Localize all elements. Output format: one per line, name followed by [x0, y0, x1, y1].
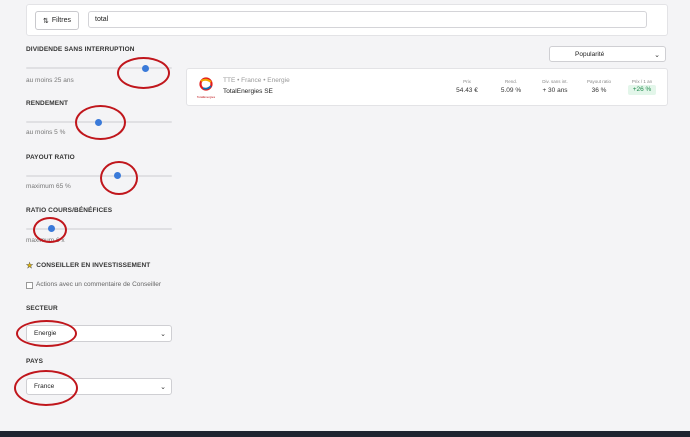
column-header-prix: Prix — [463, 79, 471, 84]
stock-name[interactable]: TotalEnergies SE — [223, 88, 273, 95]
filter-title-conseiller: ★ CONSEILLER EN INVESTISSEMENT — [26, 261, 150, 270]
stock-meta: TTE • France • Energie — [223, 77, 290, 84]
chevron-down-icon: ⌄ — [654, 52, 660, 59]
chevron-down-icon: ⌄ — [160, 384, 166, 391]
annotation-circle — [75, 105, 126, 140]
filters-button[interactable]: ⇅ Filtres — [35, 11, 79, 30]
star-icon: ★ — [26, 261, 34, 270]
column-header-rendement: Rend. — [504, 79, 517, 84]
filter-subtitle-dividende: au moins 25 ans — [26, 77, 74, 84]
bottom-bar — [0, 431, 690, 437]
annotation-circle — [16, 320, 77, 347]
performance-badge: +26 % — [628, 85, 656, 95]
filter-title-conseiller-label: CONSEILLER EN INVESTISSEMENT — [36, 262, 151, 269]
stock-result-card[interactable]: TotalEnergies TTE • France • Energie Tot… — [186, 68, 668, 106]
filter-title-rendement: RENDEMENT — [26, 100, 69, 107]
column-value-prix: 54.43 € — [456, 87, 478, 94]
search-bar: ⇅ Filtres total — [26, 4, 668, 36]
column-value-payout: 36 % — [591, 87, 607, 94]
filter-subtitle-payout: maximum 65 % — [26, 183, 71, 190]
filter-title-secteur: SECTEUR — [26, 305, 58, 312]
annotation-circle — [14, 370, 78, 406]
annotation-circle — [117, 57, 170, 89]
column-header-div-sans-int: Div. sans int. — [542, 79, 568, 84]
filter-title-pays: PAYS — [26, 358, 44, 365]
column-value-div-sans-int: + 30 ans — [542, 87, 568, 94]
chevron-down-icon: ⌄ — [160, 331, 166, 338]
conseiller-checkbox[interactable] — [26, 282, 33, 289]
column-header-payout: Payout ratio — [586, 79, 611, 84]
company-logo: TotalEnergies — [195, 77, 217, 99]
filter-title-dividende: DIVIDENDE SANS INTERRUPTION — [26, 46, 135, 53]
annotation-circle — [33, 217, 67, 243]
filter-title-payout: PAYOUT RATIO — [26, 154, 75, 161]
search-input[interactable]: total — [88, 11, 647, 28]
logo-wordmark: TotalEnergies — [196, 95, 216, 99]
annotation-circle — [100, 161, 138, 195]
column-value-rendement: 5.09 % — [500, 87, 522, 94]
conseiller-checkbox-label[interactable]: Actions avec un commentaire de Conseille… — [36, 281, 161, 288]
filter-subtitle-rendement: au moins 5 % — [26, 129, 66, 136]
totalenergies-logo-icon — [199, 77, 213, 91]
filter-title-per: RATIO COURS/BÉNÉFICES — [26, 207, 113, 214]
sort-select-value: Popularité — [575, 50, 605, 58]
slider-track-payout[interactable] — [26, 175, 172, 177]
column-header-prix-1an: Prix / 1 an — [631, 79, 653, 84]
sliders-icon: ⇅ — [43, 17, 49, 25]
sort-select[interactable]: Popularité ⌄ — [549, 46, 666, 62]
filters-button-label: Filtres — [51, 17, 71, 24]
